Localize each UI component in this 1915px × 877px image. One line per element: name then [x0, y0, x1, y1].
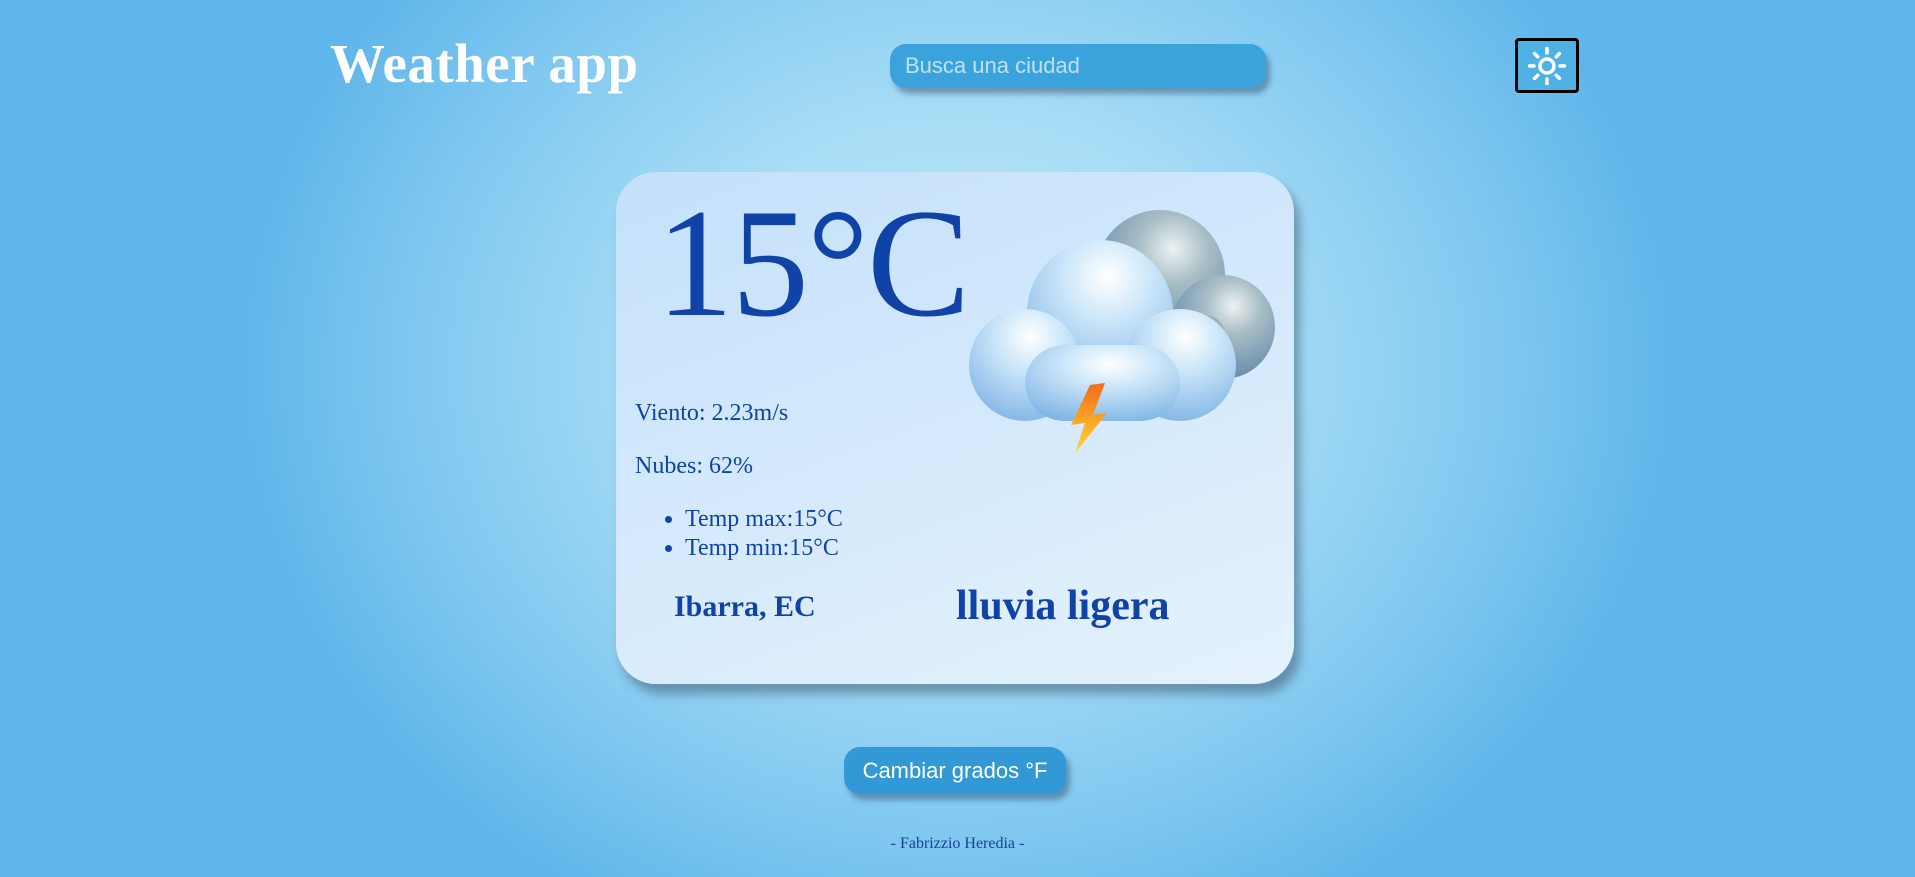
current-temperature: 15°C — [656, 177, 970, 349]
temp-min: Temp min:15°C — [685, 534, 843, 563]
app-title: Weather app — [330, 33, 639, 94]
footer-credit: - Fabrizzio Heredia - — [890, 835, 1025, 852]
cloud-coverage: Nubes: 62% — [635, 453, 753, 479]
convert-units-button[interactable]: Cambiar grados °F — [844, 747, 1066, 794]
sun-icon — [1527, 46, 1567, 85]
temperature-range-list: Temp max:15°C Temp min:15°C — [635, 505, 843, 563]
city-name: Ibarra, EC — [674, 590, 816, 623]
storm-cloud-icon — [969, 210, 1275, 453]
city-search-input[interactable] — [890, 44, 1266, 88]
wind-speed: Viento: 2.23m/s — [635, 400, 789, 426]
theme-toggle-button[interactable] — [1515, 38, 1579, 93]
weather-description: lluvia ligera — [956, 583, 1170, 629]
temp-max: Temp max:15°C — [685, 505, 843, 534]
